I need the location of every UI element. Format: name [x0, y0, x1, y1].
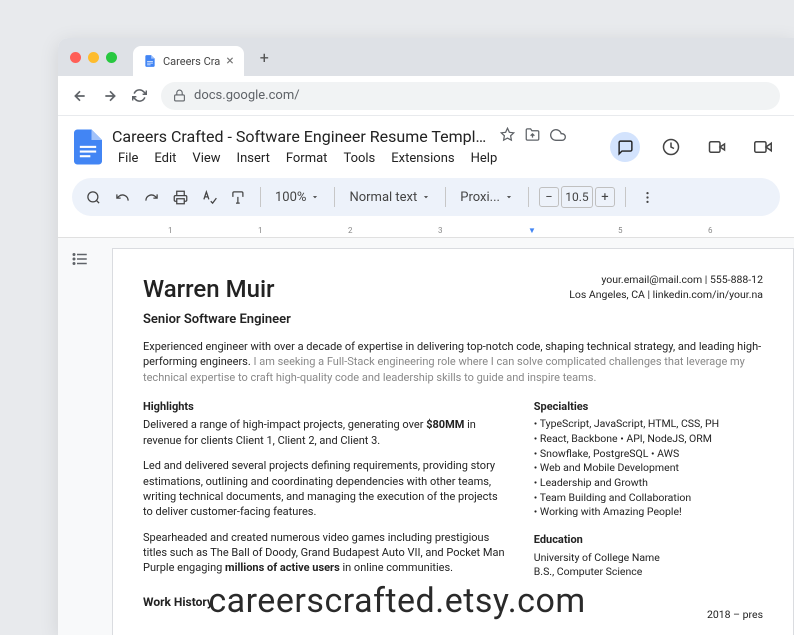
work-date: 2018 – pres: [534, 608, 763, 623]
specialty-item: • Team Building and Collaboration: [534, 491, 763, 506]
url-text: docs.google.com/: [194, 88, 300, 103]
highlight-3: Spearheaded and created numerous video g…: [143, 530, 510, 576]
contact-info: your.email@mail.com | 555-888-12 Los Ang…: [569, 273, 763, 302]
specialty-item: • Web and Mobile Development: [534, 461, 763, 476]
lock-icon: [173, 89, 186, 102]
document-title[interactable]: Careers Crafted - Software Engineer Resu…: [112, 127, 492, 146]
paragraph-style-dropdown[interactable]: Normal text: [345, 190, 435, 205]
decrease-font-button[interactable]: −: [539, 187, 559, 207]
specialty-item: • Leadership and Growth: [534, 476, 763, 491]
specialty-item: • TypeScript, JavaScript, HTML, CSS, PH: [534, 417, 763, 432]
education-heading: Education: [534, 532, 763, 547]
specialty-item: • Snowflake, PostgreSQL • AWS: [534, 447, 763, 462]
edu-school: University of College Name: [534, 551, 763, 566]
increase-font-button[interactable]: +: [595, 187, 615, 207]
menu-insert[interactable]: Insert: [231, 149, 276, 168]
menu-file[interactable]: File: [112, 149, 144, 168]
spellcheck-button[interactable]: [198, 186, 221, 209]
toolbar: 100% Normal text Proxi... − 10.5 +: [72, 178, 780, 216]
cloud-status-icon[interactable]: [550, 127, 566, 147]
outline-toggle-icon[interactable]: [71, 253, 89, 272]
horizontal-ruler[interactable]: 1 1 2 3 ▼ 5 6: [58, 224, 794, 238]
address-bar[interactable]: docs.google.com/: [161, 82, 780, 110]
maximize-window-button[interactable]: [106, 52, 117, 63]
highlight-1: Delivered a range of high-impact project…: [143, 417, 510, 448]
header-actions: [610, 132, 778, 162]
specialty-item: • Working with Amazing People!: [534, 505, 763, 520]
edu-degree: B.S., Computer Science: [534, 565, 763, 580]
tab-title: Careers Cra: [163, 55, 220, 68]
browser-window: Careers Cra × + docs.google.com/ Careers…: [58, 38, 794, 635]
outline-sidebar: [58, 238, 102, 635]
specialties-heading: Specialties: [534, 399, 763, 414]
meet-button[interactable]: [702, 132, 732, 162]
document-page[interactable]: Warren Muir your.email@mail.com | 555-88…: [112, 248, 794, 635]
move-icon[interactable]: [525, 127, 540, 147]
tab-bar: Careers Cra × +: [58, 38, 794, 76]
resume-job-title: Senior Software Engineer: [143, 311, 763, 329]
url-bar-row: docs.google.com/: [58, 76, 794, 116]
menu-view[interactable]: View: [186, 149, 226, 168]
zoom-dropdown[interactable]: 100%: [271, 190, 324, 205]
undo-button[interactable]: [111, 186, 134, 209]
reload-button[interactable]: [132, 88, 147, 103]
font-dropdown[interactable]: Proxi...: [456, 190, 518, 205]
menu-edit[interactable]: Edit: [148, 149, 182, 168]
highlights-heading: Highlights: [143, 399, 510, 414]
work-history-heading: Work History: [143, 594, 510, 611]
specialty-item: • React, Backbone • API, NodeJS, ORM: [534, 432, 763, 447]
close-window-button[interactable]: [70, 52, 81, 63]
font-size-group: − 10.5 +: [539, 186, 615, 208]
browser-tab[interactable]: Careers Cra ×: [133, 46, 244, 76]
menu-format[interactable]: Format: [280, 149, 334, 168]
docs-header: Careers Crafted - Software Engineer Resu…: [58, 116, 794, 178]
paint-format-button[interactable]: [227, 186, 250, 209]
resume-name: Warren Muir: [143, 273, 275, 307]
back-button[interactable]: [72, 88, 88, 104]
docs-favicon-icon: [143, 54, 157, 68]
document-area: Warren Muir your.email@mail.com | 555-88…: [58, 238, 794, 635]
forward-button[interactable]: [102, 88, 118, 104]
more-tools-button[interactable]: [636, 186, 659, 209]
video-call-button[interactable]: [748, 132, 778, 162]
menu-extensions[interactable]: Extensions: [385, 149, 460, 168]
menu-tools[interactable]: Tools: [337, 149, 381, 168]
window-controls: [70, 52, 117, 63]
star-icon[interactable]: [500, 127, 515, 147]
minimize-window-button[interactable]: [88, 52, 99, 63]
menu-bar: File Edit View Insert Format Tools Exten…: [112, 149, 600, 168]
new-tab-button[interactable]: +: [252, 48, 277, 67]
comment-history-button[interactable]: [610, 132, 640, 162]
menu-help[interactable]: Help: [465, 149, 504, 168]
close-tab-icon[interactable]: ×: [226, 53, 233, 69]
search-menus-button[interactable]: [82, 186, 105, 209]
print-button[interactable]: [169, 186, 192, 209]
history-button[interactable]: [656, 132, 686, 162]
highlight-2: Led and delivered several projects defin…: [143, 458, 510, 520]
resume-summary: Experienced engineer with over a decade …: [143, 339, 763, 385]
google-docs-logo-icon[interactable]: [74, 129, 102, 165]
redo-button[interactable]: [140, 186, 163, 209]
font-size-input[interactable]: 10.5: [561, 186, 593, 208]
